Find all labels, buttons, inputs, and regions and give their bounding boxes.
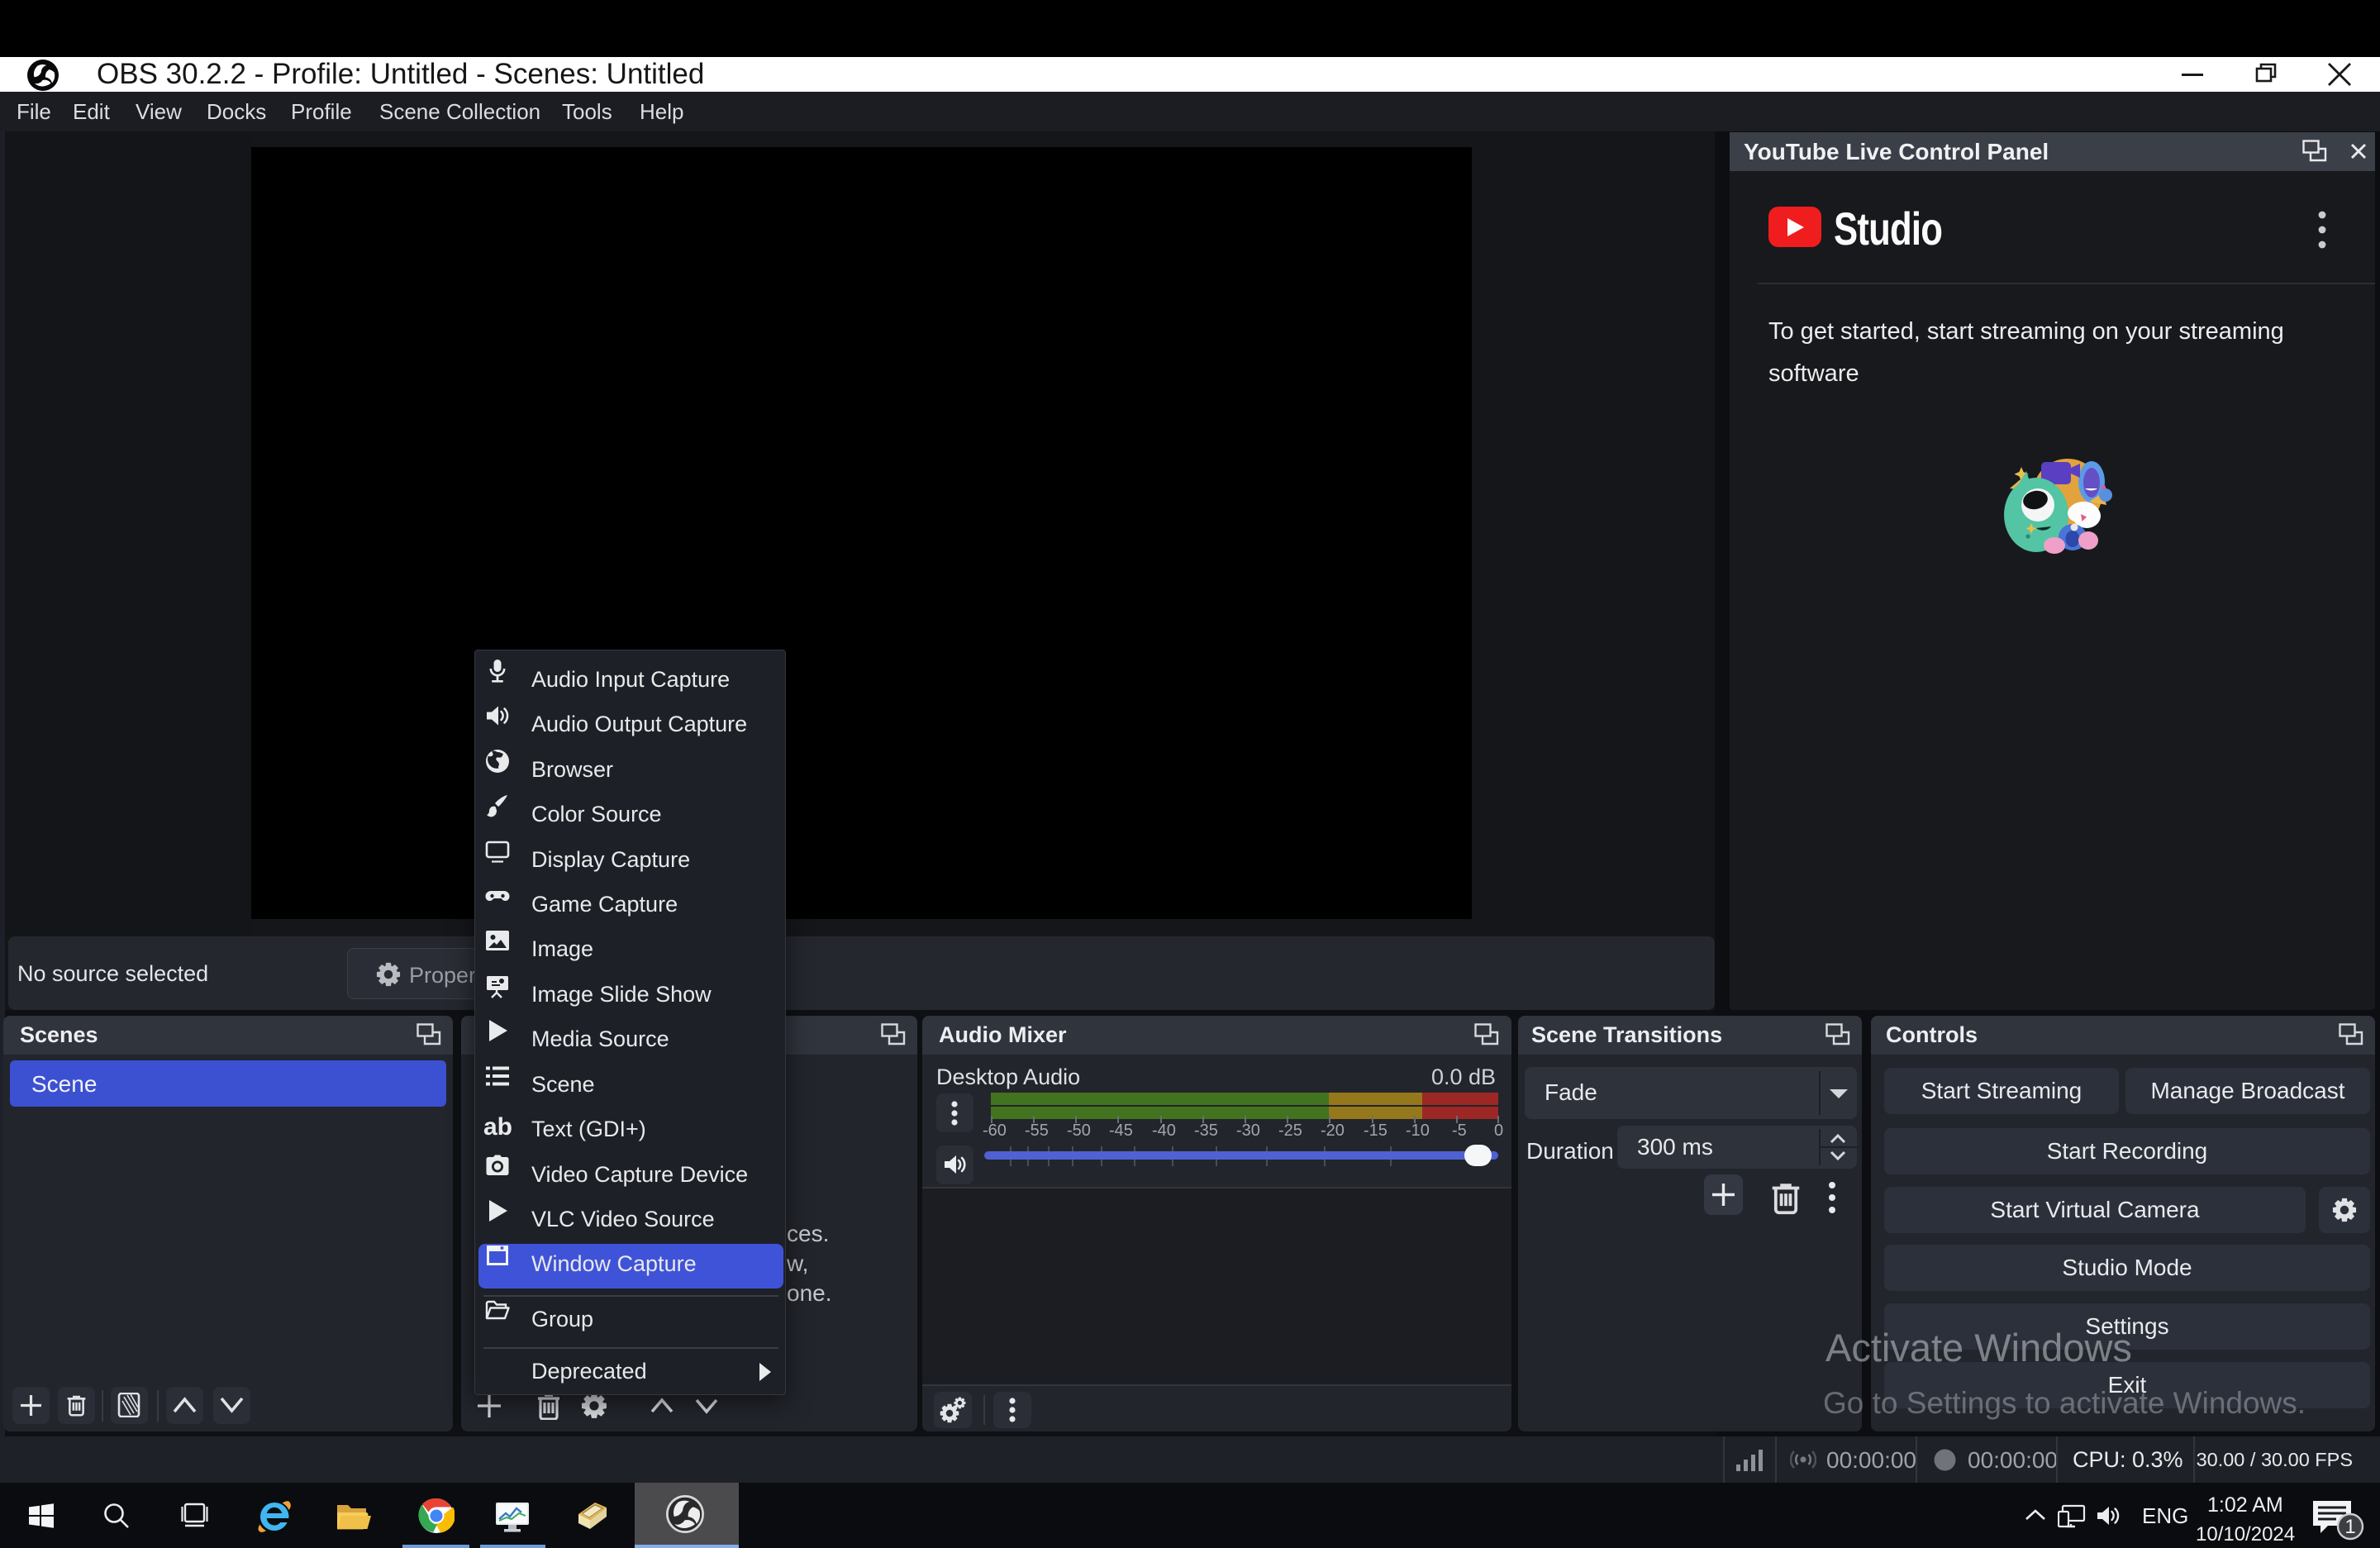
svg-text:1: 1 — [2344, 1516, 2355, 1538]
